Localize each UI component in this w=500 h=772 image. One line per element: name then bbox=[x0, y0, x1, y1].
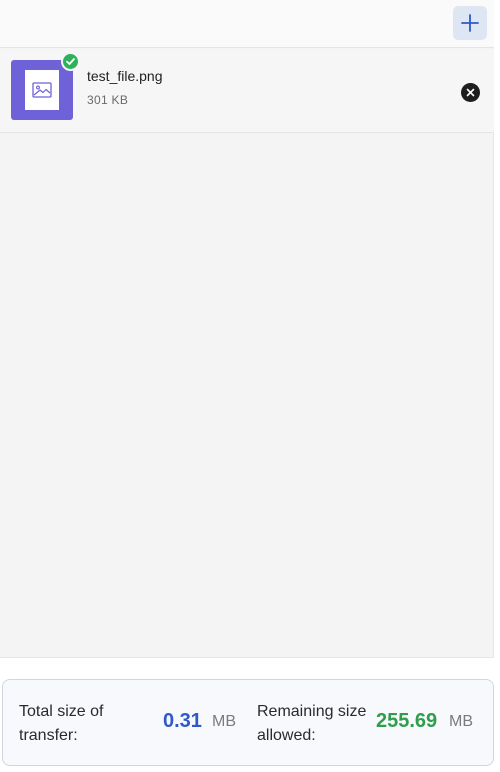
file-list-panel: test_file.png 301 KB bbox=[0, 0, 494, 658]
file-list-toolbar bbox=[0, 0, 494, 48]
remaining-size-unit: MB bbox=[449, 713, 473, 730]
transfer-summary: Total size of transfer: 0.31 MB Remainin… bbox=[2, 679, 494, 766]
image-icon bbox=[32, 82, 52, 98]
total-size-unit: MB bbox=[212, 713, 236, 730]
add-files-button[interactable] bbox=[453, 6, 487, 40]
file-item: test_file.png 301 KB bbox=[0, 49, 494, 133]
remove-file-button[interactable] bbox=[461, 83, 480, 102]
upload-complete-badge bbox=[61, 52, 80, 71]
file-size: 301 KB bbox=[87, 93, 129, 107]
total-size-label: Total size of transfer: bbox=[19, 703, 104, 744]
file-name: test_file.png bbox=[87, 68, 163, 84]
close-icon bbox=[466, 88, 475, 97]
check-icon bbox=[66, 58, 75, 65]
remaining-size-value: 255.69 bbox=[376, 710, 438, 732]
remaining-size-label: Remaining size allowed: bbox=[257, 703, 367, 744]
plus-icon bbox=[461, 14, 479, 32]
total-size-value: 0.31 bbox=[163, 710, 202, 732]
